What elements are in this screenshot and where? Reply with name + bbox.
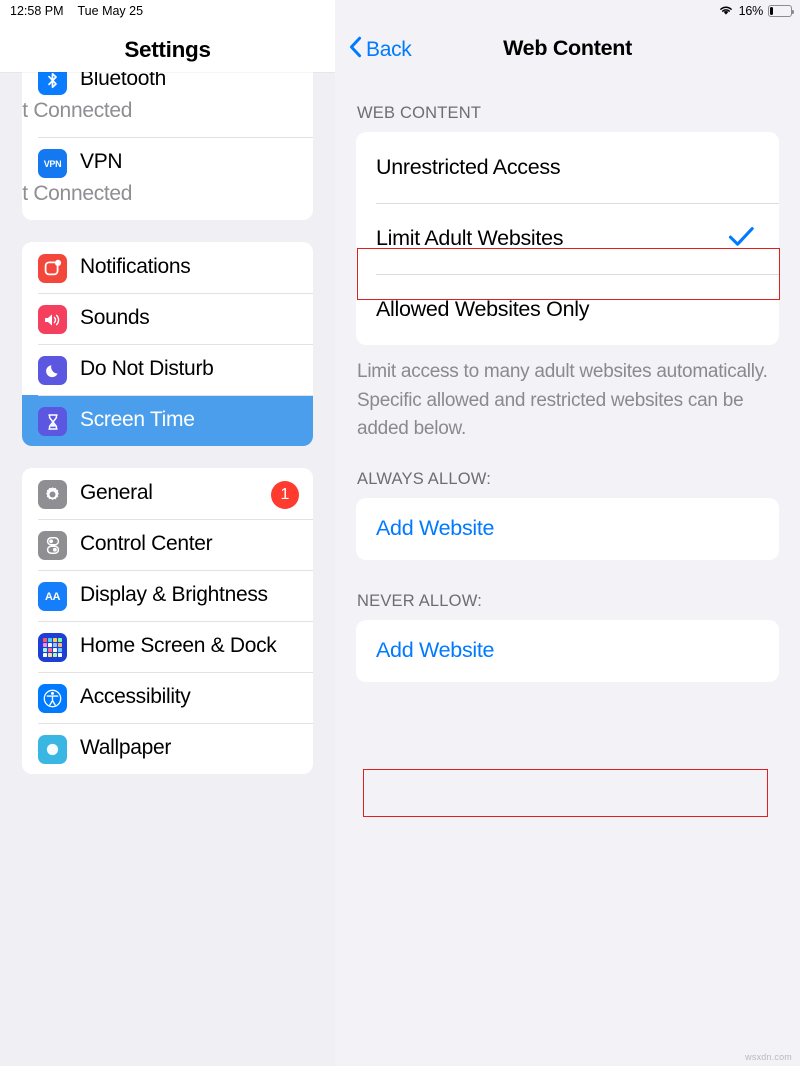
status-date: Tue May 25 <box>77 4 144 18</box>
sidebar-item-notifications[interactable]: Notifications <box>22 242 313 293</box>
accessibility-icon <box>38 684 67 713</box>
option-allowed-websites-only[interactable]: Allowed Websites Only <box>356 274 779 345</box>
sidebar-item-label: VPN <box>80 150 123 173</box>
sidebar-item-vpn[interactable]: VPN VPN Not Connected <box>22 137 313 220</box>
web-content-options-card: Unrestricted Access Limit Adult Websites… <box>356 132 779 345</box>
settings-sidebar[interactable]: Settings Bluetooth Not Connected VPN VPN <box>0 0 335 1066</box>
option-unrestricted-access[interactable]: Unrestricted Access <box>356 132 779 203</box>
control-center-icon <box>38 531 67 560</box>
battery-percent-label: 16% <box>738 4 764 18</box>
status-bar-right: 16% <box>718 0 795 22</box>
page-title: Settings <box>124 37 211 62</box>
sidebar-item-label: Control Center <box>80 532 213 555</box>
never-allow-add-website-button[interactable]: Add Website <box>356 620 779 682</box>
sidebar-item-subtitle: Not Connected <box>22 99 133 122</box>
sidebar-item-label: Display & Brightness <box>80 583 268 606</box>
status-bar: 12:58 PM Tue May 25 16% <box>0 0 800 22</box>
never-allow-card: Add Website <box>356 619 779 682</box>
option-label: Allowed Websites Only <box>376 297 590 321</box>
option-label: Unrestricted Access <box>376 155 561 179</box>
add-website-label: Add Website <box>376 638 495 662</box>
sidebar-item-home-screen-dock[interactable]: Home Screen & Dock <box>22 621 313 672</box>
section-header-web-content: WEB CONTENT <box>357 104 482 122</box>
sidebar-item-accessibility[interactable]: Accessibility <box>22 672 313 723</box>
gear-icon <box>38 480 67 509</box>
always-allow-card: Add Website <box>356 497 779 560</box>
battery-icon <box>768 5 795 17</box>
sidebar-item-label: Screen Time <box>80 408 195 431</box>
sidebar-item-display-brightness[interactable]: AA Display & Brightness <box>22 570 313 621</box>
option-limit-adult-websites[interactable]: Limit Adult Websites <box>356 203 779 274</box>
option-label: Limit Adult Websites <box>376 226 564 250</box>
sidebar-group-connectivity: Bluetooth Not Connected VPN VPN Not Conn… <box>22 54 313 220</box>
home-screen-icon <box>38 633 67 662</box>
back-button[interactable]: Back <box>349 36 412 64</box>
sidebar-item-label: Sounds <box>80 306 150 329</box>
status-time: 12:58 PM <box>10 4 64 18</box>
sidebar-item-do-not-disturb[interactable]: Do Not Disturb <box>22 344 313 395</box>
vpn-icon: VPN <box>38 149 67 178</box>
watermark: wsxdn.com <box>745 1052 792 1062</box>
sidebar-item-wallpaper[interactable]: Wallpaper <box>22 723 313 774</box>
sidebar-item-control-center[interactable]: Control Center <box>22 519 313 570</box>
hourglass-icon <box>38 407 67 436</box>
sidebar-item-subtitle: Not Connected <box>22 182 133 205</box>
sounds-icon <box>38 305 67 334</box>
sidebar-group-system: Notifications Sounds Do Not Disturb Scre… <box>22 242 313 446</box>
wifi-icon <box>718 4 734 19</box>
sidebar-item-general[interactable]: General 1 <box>22 468 313 519</box>
section-header-always-allow: ALWAYS ALLOW: <box>357 469 492 488</box>
sidebar-group-general: General 1 Control Center AA Display & Br… <box>22 468 313 774</box>
display-brightness-icon: AA <box>38 582 67 611</box>
sidebar-item-label: Accessibility <box>80 685 191 708</box>
chevron-left-icon <box>349 36 362 64</box>
always-allow-add-website-button[interactable]: Add Website <box>356 498 779 560</box>
sidebar-item-label: General <box>80 481 153 504</box>
back-button-label: Back <box>366 38 412 61</box>
sidebar-item-sounds[interactable]: Sounds <box>22 293 313 344</box>
wallpaper-icon <box>38 735 67 764</box>
checkmark-icon <box>728 225 755 252</box>
section-header-never-allow: NEVER ALLOW: <box>357 591 482 610</box>
sidebar-item-label: Do Not Disturb <box>80 357 214 380</box>
notifications-icon <box>38 254 67 283</box>
sidebar-item-label: Home Screen & Dock <box>80 634 277 657</box>
status-badge: 1 <box>271 481 299 509</box>
moon-icon <box>38 356 67 385</box>
sidebar-scroll-area[interactable]: Bluetooth Not Connected VPN VPN Not Conn… <box>0 54 335 1066</box>
sidebar-item-label: Wallpaper <box>80 736 172 759</box>
sidebar-item-label: Notifications <box>80 255 191 278</box>
add-website-label: Add Website <box>376 516 495 540</box>
status-bar-left: 12:58 PM Tue May 25 <box>0 0 143 22</box>
web-content-footnote: Limit access to many adult websites auto… <box>357 361 768 439</box>
sidebar-item-screen-time[interactable]: Screen Time <box>22 395 313 446</box>
detail-panel: Back Web Content WEB CONTENT Unrestricte… <box>335 0 800 1066</box>
